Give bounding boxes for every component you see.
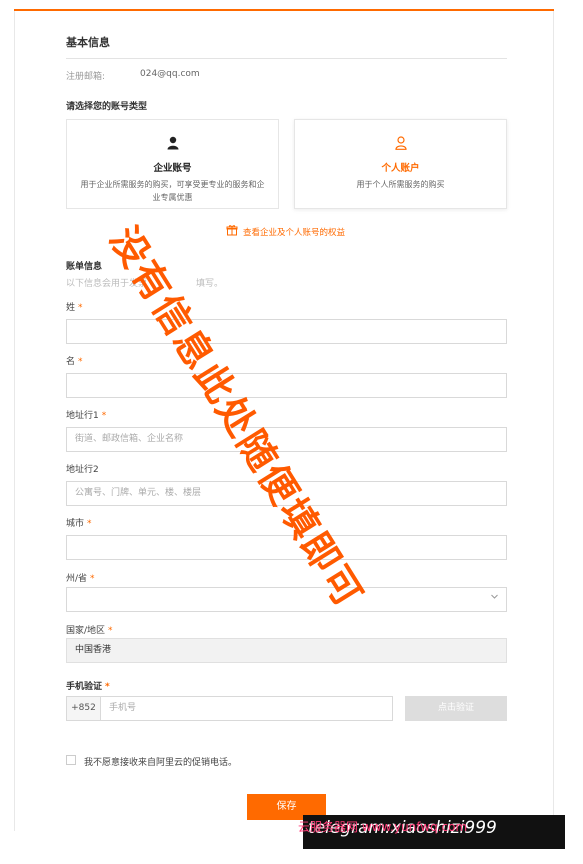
country-label: 国家/地区 * (66, 626, 113, 636)
state-select[interactable] (66, 587, 507, 612)
page: 基本信息 注册邮箱: 024@qq.com 请选择您的账号类型 企业账号 用于企… (0, 0, 583, 864)
address1-label: 地址行1 * (66, 411, 107, 421)
phone-prefix: +852 (66, 696, 101, 721)
frame-border-right (553, 11, 554, 831)
enterprise-account-card[interactable]: 企业账号 用于企业所需服务的购买，可享受更专业的服务和企业专属优惠 (66, 119, 279, 209)
enterprise-card-desc: 用于企业所需服务的购买，可享受更专业的服务和企业专属优惠 (80, 180, 265, 202)
enterprise-card-title: 企业账号 (153, 163, 192, 174)
user-outline-icon (295, 135, 506, 154)
personal-card-desc: 用于个人所需服务的购买 (356, 180, 445, 189)
verify-button[interactable]: 点击验证 (405, 696, 507, 721)
phone-label: 手机验证 * (66, 682, 110, 692)
phone-input[interactable]: 手机号 (100, 696, 393, 721)
footer-overlay-text: 云服务器网 www.yunfwq.com (298, 820, 468, 834)
frame-border-left (14, 11, 15, 831)
personal-account-card[interactable]: 个人账户 用于个人所需服务的购买 (294, 119, 507, 209)
chevron-down-icon (490, 588, 499, 611)
benefits-link[interactable]: 查看企业及个人账号的权益 (226, 224, 345, 239)
section-divider (66, 58, 507, 59)
account-type-prompt: 请选择您的账号类型 (66, 102, 148, 112)
billing-title: 账单信息 (66, 262, 103, 272)
last-name-label: 姓 * (66, 303, 83, 313)
personal-card-title: 个人账户 (381, 163, 420, 174)
section-basic-title: 基本信息 (66, 36, 110, 49)
email-label: 注册邮箱: (66, 72, 106, 82)
optout-checkbox[interactable] (66, 755, 76, 765)
gift-icon (226, 224, 238, 239)
state-label: 州/省 * (66, 574, 95, 584)
billing-subtitle-tail: 填写。 (196, 279, 224, 289)
first-name-label: 名 * (66, 357, 83, 367)
address2-label: 地址行2 (66, 465, 99, 475)
top-accent-bar (14, 9, 554, 11)
city-label: 城市 * (66, 519, 92, 529)
first-name-input[interactable] (66, 373, 507, 398)
benefits-link-text: 查看企业及个人账号的权益 (243, 227, 346, 238)
email-value: 024@qq.com (140, 69, 200, 79)
country-field: 中国香港 (66, 638, 507, 663)
optout-label: 我不愿意接收来自阿里云的促销电话。 (84, 758, 238, 768)
user-solid-icon (67, 135, 278, 154)
last-name-input[interactable] (66, 319, 507, 344)
